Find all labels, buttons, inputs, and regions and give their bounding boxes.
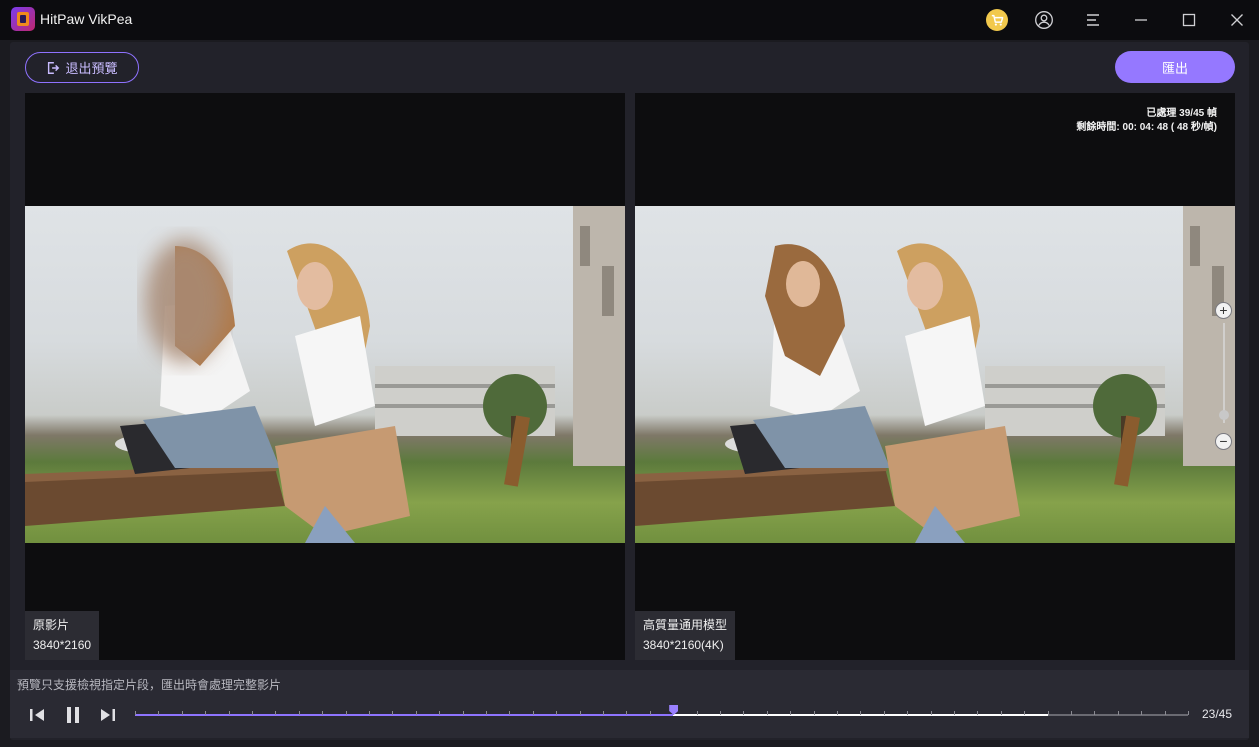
export-button[interactable]: 匯出	[1115, 51, 1235, 83]
timeline-tick	[580, 711, 581, 715]
timeline-tick	[884, 711, 885, 715]
timeline-tick	[369, 711, 370, 715]
zoom-in-icon[interactable]: +	[1215, 302, 1232, 319]
exit-icon	[48, 61, 60, 74]
timeline-tick	[931, 711, 932, 715]
timeline-tick	[603, 711, 604, 715]
timeline-tick	[252, 711, 253, 715]
timeline-tick	[322, 711, 323, 715]
pause-icon[interactable]	[63, 705, 83, 725]
timeline-tick	[205, 711, 206, 715]
enhanced-info-label: 高質量通用模型 3840*2160(4K)	[635, 611, 736, 660]
zoom-slider-handle[interactable]	[1219, 410, 1229, 420]
timeline-tick	[463, 711, 464, 715]
timeline-tick	[158, 711, 159, 715]
original-name: 原影片	[33, 618, 70, 632]
exit-preview-label: 退出預覽	[65, 61, 118, 76]
timeline-tick	[486, 711, 487, 715]
processed-frames: 已處理 39/45 幀	[1146, 108, 1217, 119]
title-bar: HitPaw VikPea	[0, 0, 1259, 40]
timeline-tick	[954, 711, 955, 715]
frame-counter: 23/45	[1202, 707, 1233, 721]
prev-frame-icon[interactable]	[27, 705, 47, 725]
exit-preview-button[interactable]: 退出預覽	[25, 52, 139, 83]
original-resolution: 3840*2160	[33, 638, 92, 652]
timeline-tick	[814, 711, 815, 715]
timeline-tick	[977, 711, 978, 715]
remaining-time: 剩餘時間: 00: 04: 48 ( 48 秒/幀)	[1076, 122, 1217, 133]
timeline-tick	[837, 711, 838, 715]
timeline-tick	[346, 711, 347, 715]
timeline-tick	[1118, 711, 1119, 715]
timeline-tick	[697, 711, 698, 715]
timeline-tick	[1188, 711, 1189, 715]
timeline-tick	[767, 711, 768, 715]
zoom-slider[interactable]	[1223, 323, 1225, 423]
app-title: HitPaw VikPea	[40, 11, 133, 27]
original-info-label: 原影片 3840*2160	[25, 611, 100, 660]
timeline-tick	[1094, 711, 1095, 715]
original-preview-pane: 原影片 3840*2160	[25, 93, 625, 660]
timeline-tick	[1141, 711, 1142, 715]
timeline-tick	[790, 711, 791, 715]
menu-icon[interactable]	[1082, 9, 1104, 31]
timeline-tick	[1165, 711, 1166, 715]
timeline-tick	[392, 711, 393, 715]
original-video-frame	[25, 206, 625, 543]
timeline-tick	[416, 711, 417, 715]
timeline-played	[135, 714, 674, 716]
preview-hint: 預覽只支援檢視指定片段，匯出時會處理完整影片	[17, 678, 282, 692]
zoom-out-icon[interactable]: −	[1215, 433, 1232, 450]
timeline-tick	[720, 711, 721, 715]
timeline-tick	[439, 711, 440, 715]
processing-status: 已處理 39/45 幀 剩餘時間: 00: 04: 48 ( 48 秒/幀)	[1076, 107, 1217, 135]
timeline-tick	[743, 711, 744, 715]
enhanced-video-frame	[635, 206, 1235, 543]
timeline-tick	[135, 711, 136, 715]
timeline-tick	[299, 711, 300, 715]
timeline-tick	[1048, 711, 1049, 715]
minimize-icon[interactable]	[1130, 9, 1152, 31]
timeline-tick	[533, 711, 534, 715]
app-logo-icon	[11, 7, 35, 31]
timeline-tick	[1024, 711, 1025, 715]
close-icon[interactable]	[1226, 9, 1248, 31]
timeline-tick	[1001, 711, 1002, 715]
next-frame-icon[interactable]	[98, 705, 118, 725]
maximize-icon[interactable]	[1178, 9, 1200, 31]
user-icon[interactable]	[1033, 9, 1055, 31]
timeline-tick	[556, 711, 557, 715]
model-name: 高質量通用模型	[643, 618, 728, 632]
timeline-tick	[907, 711, 908, 715]
timeline-tick	[509, 711, 510, 715]
timeline-tick	[275, 711, 276, 715]
zoom-control: + −	[1215, 298, 1233, 450]
timeline-tick	[626, 711, 627, 715]
cart-icon[interactable]	[986, 9, 1008, 31]
timeline-slider[interactable]	[135, 705, 1189, 725]
enhanced-resolution: 3840*2160(4K)	[643, 638, 724, 652]
timeline-tick	[182, 711, 183, 715]
timeline-tick	[650, 711, 651, 715]
timeline-tick	[229, 711, 230, 715]
timeline-tick	[860, 711, 861, 715]
timeline-tick	[1071, 711, 1072, 715]
enhanced-preview-pane: 已處理 39/45 幀 剩餘時間: 00: 04: 48 ( 48 秒/幀) +…	[635, 93, 1235, 660]
